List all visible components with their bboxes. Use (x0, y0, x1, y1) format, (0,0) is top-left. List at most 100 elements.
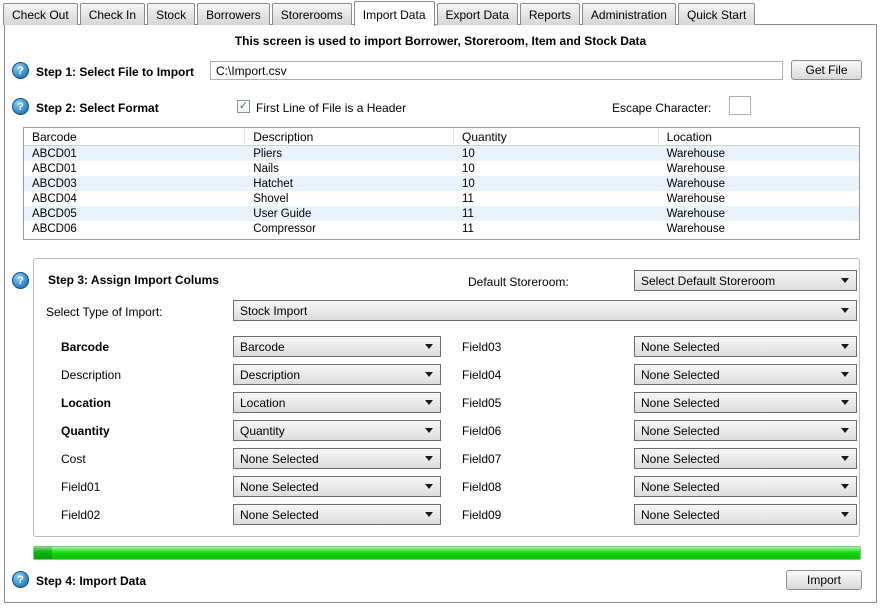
first-line-header-checkbox[interactable]: ✓ (237, 100, 250, 113)
table-row[interactable]: ABCD06 Compressor 11 Warehouse (24, 221, 859, 236)
mapping-dropdown-cost[interactable]: None Selected (233, 448, 441, 469)
mapping-dropdown-field07[interactable]: None Selected (634, 448, 857, 469)
mapping-dropdown-field08[interactable]: None Selected (634, 476, 857, 497)
tab-borrowers[interactable]: Borrowers (197, 3, 270, 25)
mapping-label-field07: Field07 (462, 452, 501, 466)
column-header-description[interactable]: Description (245, 128, 454, 145)
table-row[interactable]: ABCD03 Hatchet 10 Warehouse (24, 176, 859, 191)
mapping-value: None Selected (641, 340, 720, 354)
chevron-down-icon (425, 428, 433, 433)
mapping-label-quantity: Quantity (61, 424, 110, 438)
cell-barcode: ABCD06 (24, 221, 245, 236)
tab-storerooms[interactable]: Storerooms (272, 3, 352, 25)
mapping-dropdown-field06[interactable]: None Selected (634, 420, 857, 441)
chevron-down-icon (841, 428, 849, 433)
step1-help-icon[interactable]: ? (12, 62, 29, 79)
mapping-value: None Selected (240, 452, 319, 466)
cell-quantity: 10 (454, 146, 659, 161)
mapping-label-field04: Field04 (462, 368, 501, 382)
chevron-down-icon (841, 372, 849, 377)
cell-location: Warehouse (659, 146, 859, 161)
chevron-down-icon (425, 484, 433, 489)
cell-description: Nails (245, 161, 454, 176)
chevron-down-icon (841, 484, 849, 489)
import-progress-bar (33, 546, 861, 560)
cell-location: Warehouse (659, 221, 859, 236)
tab-quick-start[interactable]: Quick Start (678, 3, 755, 25)
cell-location: Warehouse (659, 191, 859, 206)
import-button[interactable]: Import (786, 570, 862, 590)
mapping-dropdown-field03[interactable]: None Selected (634, 336, 857, 357)
tab-export-data[interactable]: Export Data (437, 3, 518, 25)
mapping-dropdown-field02[interactable]: None Selected (233, 504, 441, 525)
cell-location: Warehouse (659, 206, 859, 221)
mapping-label-field08: Field08 (462, 480, 501, 494)
step2-help-icon[interactable]: ? (12, 98, 29, 115)
mapping-dropdown-barcode[interactable]: Barcode (233, 336, 441, 357)
chevron-down-icon (425, 344, 433, 349)
chevron-down-icon (425, 372, 433, 377)
table-row[interactable]: ABCD01 Pliers 10 Warehouse (24, 146, 859, 161)
table-row[interactable]: ABCD04 Shovel 11 Warehouse (24, 191, 859, 206)
cell-description: Pliers (245, 146, 454, 161)
cell-barcode: ABCD05 (24, 206, 245, 221)
table-header-row: Barcode Description Quantity Location (24, 128, 859, 146)
mapping-label-field06: Field06 (462, 424, 501, 438)
cell-quantity: 10 (454, 176, 659, 191)
import-file-path-input[interactable] (210, 61, 783, 80)
mapping-value: None Selected (240, 508, 319, 522)
tab-administration[interactable]: Administration (582, 3, 676, 25)
chevron-down-icon (425, 512, 433, 517)
mapping-dropdown-description[interactable]: Description (233, 364, 441, 385)
tab-check-out[interactable]: Check Out (3, 3, 78, 25)
chevron-down-icon (841, 512, 849, 517)
mapping-dropdown-quantity[interactable]: Quantity (233, 420, 441, 441)
cell-description: User Guide (245, 206, 454, 221)
mapping-label-field05: Field05 (462, 396, 501, 410)
table-row[interactable]: ABCD01 Nails 10 Warehouse (24, 161, 859, 176)
step2-label: Step 2: Select Format (36, 101, 159, 115)
chevron-down-icon (841, 400, 849, 405)
step3-label: Step 3: Assign Import Colums (48, 273, 219, 287)
import-type-dropdown[interactable]: Stock Import (233, 300, 857, 321)
mapping-label-field01: Field01 (61, 480, 100, 494)
tab-stock[interactable]: Stock (147, 3, 195, 25)
mapping-value: None Selected (240, 480, 319, 494)
default-storeroom-dropdown[interactable]: Select Default Storeroom (634, 270, 857, 291)
screen-description: This screen is used to import Borrower, … (5, 34, 876, 48)
tab-check-in[interactable]: Check In (80, 3, 145, 25)
mapping-value: None Selected (641, 368, 720, 382)
table-row[interactable]: ABCD05 User Guide 11 Warehouse (24, 206, 859, 221)
mapping-value: None Selected (641, 396, 720, 410)
default-storeroom-label: Default Storeroom: (468, 275, 569, 289)
column-header-quantity[interactable]: Quantity (454, 128, 659, 145)
mapping-dropdown-field04[interactable]: None Selected (634, 364, 857, 385)
mapping-dropdown-field01[interactable]: None Selected (233, 476, 441, 497)
cell-location: Warehouse (659, 161, 859, 176)
cell-barcode: ABCD01 (24, 146, 245, 161)
cell-description: Hatchet (245, 176, 454, 191)
mapping-value: Location (240, 396, 285, 410)
step3-help-icon[interactable]: ? (12, 272, 29, 289)
mapping-dropdown-location[interactable]: Location (233, 392, 441, 413)
mapping-dropdown-field05[interactable]: None Selected (634, 392, 857, 413)
chevron-down-icon (425, 400, 433, 405)
mapping-label-description: Description (61, 368, 121, 382)
get-file-button[interactable]: Get File (791, 60, 862, 80)
step4-help-icon[interactable]: ? (12, 571, 29, 588)
column-header-barcode[interactable]: Barcode (24, 128, 245, 145)
mapping-label-field03: Field03 (462, 340, 501, 354)
column-header-location[interactable]: Location (659, 128, 859, 145)
tab-import-data[interactable]: Import Data (354, 1, 435, 26)
mapping-dropdown-field09[interactable]: None Selected (634, 504, 857, 525)
chevron-down-icon (841, 308, 849, 313)
tab-reports[interactable]: Reports (520, 3, 580, 25)
cell-barcode: ABCD03 (24, 176, 245, 191)
tab-bar: Check Out Check In Stock Borrowers Store… (0, 0, 882, 25)
escape-character-input[interactable] (729, 96, 751, 115)
step3-groupbox: Step 3: Assign Import Colums Default Sto… (33, 258, 860, 537)
mapping-value: None Selected (641, 424, 720, 438)
mapping-label-location: Location (61, 396, 111, 410)
import-data-panel: This screen is used to import Borrower, … (4, 24, 877, 603)
mapping-value: None Selected (641, 480, 720, 494)
